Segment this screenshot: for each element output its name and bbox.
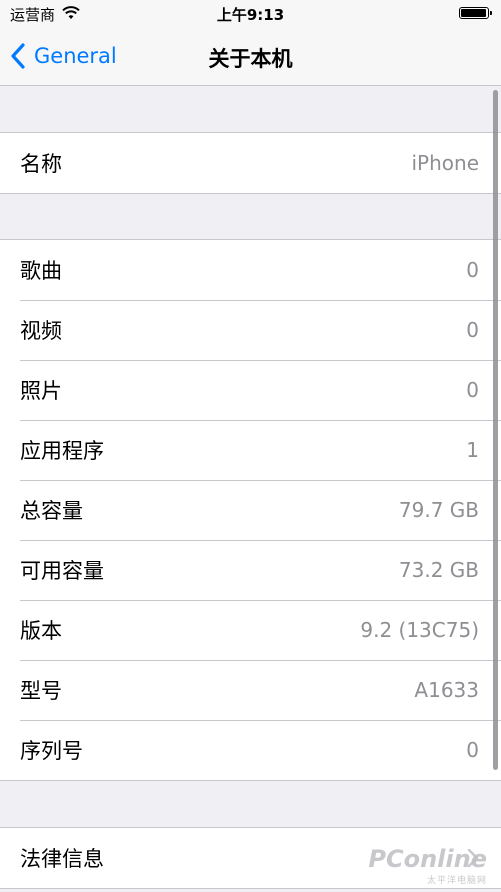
row-value: 79.7 GB	[398, 498, 479, 522]
row-total-capacity: 总容量 79.7 GB	[0, 480, 501, 540]
row-value: 0	[466, 258, 479, 282]
row-label: 歌曲	[20, 259, 62, 283]
status-bar: 运营商 上午9:13	[0, 0, 501, 28]
battery-nub	[490, 11, 492, 15]
row-value: 0	[466, 738, 479, 762]
row-label: 版本	[20, 619, 62, 643]
row-value: 1	[466, 438, 479, 462]
row-name[interactable]: 名称 iPhone	[0, 133, 501, 193]
row-photos: 照片 0	[0, 360, 501, 420]
row-value: 0	[466, 378, 479, 402]
row-available-capacity: 可用容量 73.2 GB	[0, 540, 501, 600]
row-value: 73.2 GB	[398, 558, 479, 582]
row-songs: 歌曲 0	[0, 240, 501, 300]
row-label: 可用容量	[20, 559, 104, 583]
page-title: 关于本机	[208, 47, 293, 71]
row-label: 法律信息	[20, 847, 104, 871]
row-videos: 视频 0	[0, 300, 501, 360]
row-version: 版本 9.2 (13C75)	[0, 600, 501, 660]
row-value: A1633	[414, 678, 479, 702]
row-value: 0	[466, 318, 479, 342]
row-label: 应用程序	[20, 439, 104, 463]
navigation-bar: 运营商 上午9:13 General 关于本机	[0, 0, 501, 86]
row-label: 照片	[20, 379, 62, 403]
row-label: 型号	[20, 679, 62, 703]
name-group: 名称 iPhone	[0, 132, 501, 194]
watermark: PConline 太平洋电脑网	[368, 845, 487, 886]
info-group: 歌曲 0 视频 0 照片 0 应用程序 1 总容量 79.7 GB 可用容量 7…	[0, 239, 501, 781]
battery-icon	[459, 7, 492, 19]
battery-fill	[461, 9, 486, 17]
row-label: 视频	[20, 319, 62, 343]
row-apps: 应用程序 1	[0, 420, 501, 480]
status-time: 上午9:13	[216, 6, 285, 24]
row-value: iPhone	[411, 151, 479, 175]
row-value: 9.2 (13C75)	[360, 618, 479, 642]
scrollbar[interactable]	[493, 90, 498, 770]
row-serial-number: 序列号 0	[0, 720, 501, 780]
row-label: 名称	[20, 152, 62, 176]
watermark-logo: PConline	[368, 845, 487, 873]
row-model: 型号 A1633	[0, 660, 501, 720]
row-label: 序列号	[20, 739, 83, 763]
watermark-subtitle: 太平洋电脑网	[426, 876, 487, 886]
row-label: 总容量	[20, 499, 83, 523]
